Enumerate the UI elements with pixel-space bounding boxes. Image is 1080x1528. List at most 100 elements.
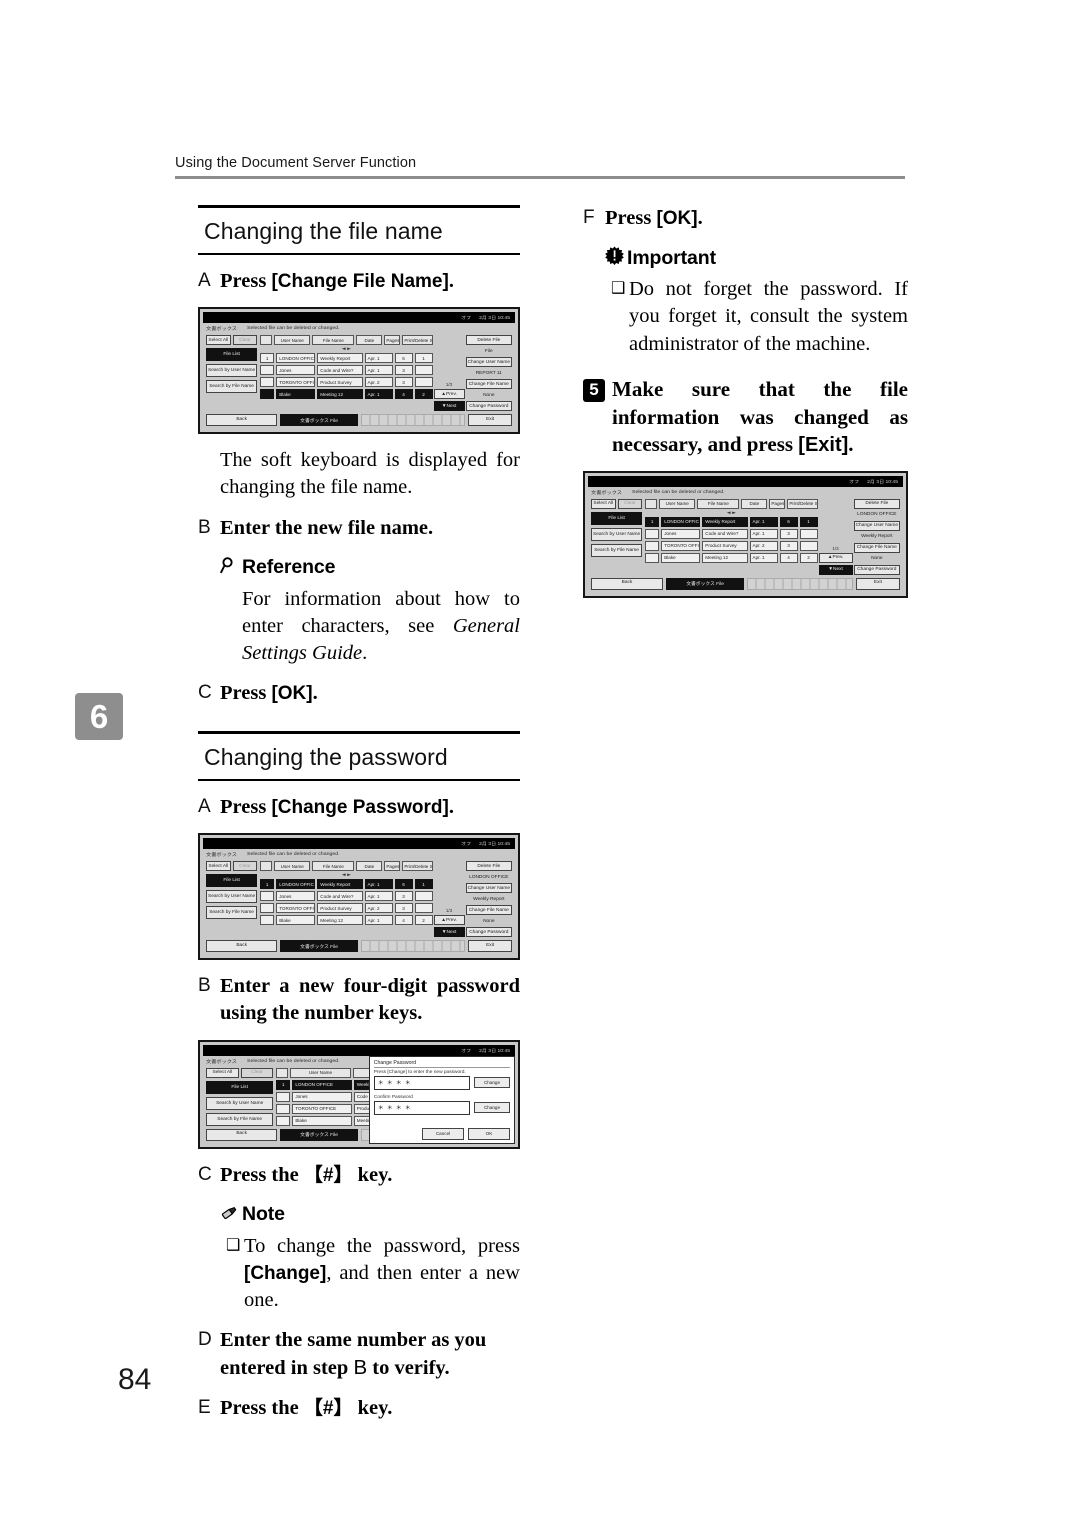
lcd-tab-document-box[interactable]: 文書ボックス File [280,414,358,427]
lcd-button-delete-file[interactable]: Delete File [465,335,512,346]
table-row[interactable]: TORONTO OFFICE Product Survey Apr. 2 3 [260,903,433,914]
lcd-button-clear[interactable]: Clear [232,335,258,346]
lcd-col-print-delete[interactable]: Print/Delete Selected [402,861,433,872]
lcd-button-change-file-name[interactable]: Change File Name [465,379,512,390]
lcd-button-back[interactable]: Back [206,1128,278,1141]
lcd-tab-document-box[interactable]: 文書ボックス File [665,577,745,590]
lcd-col-date[interactable]: Date [356,335,383,346]
confirm-password-field[interactable]: ＊＊＊＊ [373,1100,470,1115]
step-marker: C [198,1163,212,1185]
lcd-button-select-all[interactable]: Select All [206,1067,239,1078]
table-row[interactable]: 1 LONDON OFFICE Weekly Report Apr. 1 6 1 [260,353,433,364]
lcd-col-pages[interactable]: Pages [384,861,401,872]
lcd-cell-user: LONDON OFFICE [276,353,316,364]
lcd-button-select-all[interactable]: Select All [206,335,231,346]
lcd-col-user-name[interactable]: User Name [274,861,311,872]
lcd-button-prev[interactable]: ▲Prev. [433,389,465,400]
lcd-button-back[interactable]: Back [206,940,278,953]
lcd-col-print-delete[interactable]: Print/Delete Selected [787,498,818,509]
lcd-button-prev[interactable]: ▲Prev. [433,915,465,926]
lcd-button-search-by-user-name[interactable]: Search by User Name [206,1096,274,1110]
lcd-button-delete-file[interactable]: Delete File [853,498,900,509]
lcd-col-pages[interactable]: Pages [384,335,401,346]
lcd-button-change-password[interactable]: Change Password [465,401,512,412]
lcd-button-exit[interactable]: Exit [468,414,512,427]
lcd-tab-document-box[interactable]: 文書ボックス File [280,1128,358,1141]
lcd-button-file-list[interactable]: File List [206,1080,274,1094]
lcd-button-file-list[interactable]: File List [206,874,258,888]
lcd-table-header: User Name File Name Date Pages Print/Del… [260,861,433,872]
table-row[interactable]: Blake Meeting 12 Apr. 1 4 2 [260,389,433,400]
lcd-cell-pages: 3 [394,377,413,388]
lcd-right-buttons: Delete File LONDON OFFICE Change User Na… [465,861,512,938]
lcd-button-back[interactable]: Back [591,577,663,590]
lcd-button-search-by-user-name[interactable]: Search by User Name [206,890,258,904]
lcd-col-print-delete[interactable]: Print/Delete Selected [402,335,433,346]
lcd-button-select-all[interactable]: Select All [206,861,231,872]
lcd-col-file-name[interactable]: File Name [312,335,355,346]
step-b-enter-four-digit-password: B Enter a new four-digit password using … [198,973,520,1027]
lcd-table-arrows[interactable]: ◄ ► [260,873,432,878]
lcd-cell-file: Code and Wire? [317,891,363,902]
table-row[interactable]: Jones Code and Wire? Apr. 1 3 [645,528,818,539]
lcd-button-next[interactable]: ▼Next [433,927,465,938]
dialog-ok-button[interactable]: OK [468,1127,510,1140]
table-row[interactable]: 1 LONDON OFFICE Weekly Report Apr. 1 6 1 [260,879,433,890]
step-text: Enter a new four-digit password using th… [220,975,520,1025]
lcd-button-clear[interactable]: Clear [617,498,643,509]
step-text-lead: Press [605,207,657,229]
password-field[interactable]: ＊＊＊＊ [373,1075,470,1090]
lcd-button-back[interactable]: Back [206,414,278,427]
lcd-button-search-by-file-name[interactable]: Search by File Name [206,380,258,394]
lcd-button-clear[interactable]: Clear [240,1067,274,1078]
lcd-button-change-file-name[interactable]: Change File Name [853,542,900,553]
table-row[interactable]: TORONTO OFFICE Product Survey Apr. 2 3 [260,377,433,388]
lcd-file-table: User Name File Name Date Pages Print/Del… [260,861,433,937]
dialog-cancel-button[interactable]: Cancel [422,1127,464,1140]
table-row[interactable]: 1 LONDON OFFICE Weekly Report Apr. 1 6 1 [645,516,818,527]
lcd-button-file-list[interactable]: File List [591,511,643,525]
table-row[interactable]: Blake Meeting 12 Apr. 1 4 2 [260,915,433,926]
lcd-button-next[interactable]: ▼Next [433,401,465,412]
lcd-col-pages[interactable]: Pages [769,498,786,509]
lcd-table-arrows[interactable]: ◄ ► [260,347,432,352]
lcd-button-search-by-file-name[interactable]: Search by File Name [206,906,258,920]
lcd-button-change-user-name[interactable]: Change User Name [465,883,512,894]
lcd-col-file-name[interactable]: File Name [697,498,740,509]
lcd-button-search-by-file-name[interactable]: Search by File Name [591,543,643,557]
table-row[interactable]: Jones Code and Wire? Apr. 1 3 [260,891,433,902]
lcd-button-search-by-user-name[interactable]: Search by User Name [206,364,258,378]
table-row[interactable]: Blake Meeting 12 Apr. 1 4 2 [645,552,818,563]
table-row[interactable]: TORONTO OFFICE Product Survey Apr. 2 3 [645,540,818,551]
lcd-button-prev[interactable]: ▲Prev. [818,552,853,563]
lcd-button-change-user-name[interactable]: Change User Name [853,520,900,531]
lcd-button-search-by-user-name[interactable]: Search by User Name [591,527,643,541]
lcd-button-exit[interactable]: Exit [468,940,512,953]
lcd-button-change-file-name[interactable]: Change File Name [465,905,512,916]
lcd-button-file-list[interactable]: File List [206,348,258,362]
lcd-col-user-name[interactable]: User Name [290,1067,351,1078]
lcd-button-change-password[interactable]: Change Password [465,927,512,938]
lcd-col-user-name[interactable]: User Name [274,335,311,346]
lcd-button-change-password[interactable]: Change Password [853,564,900,575]
lcd-tab-document-box[interactable]: 文書ボックス File [280,940,358,953]
lcd-button-exit[interactable]: Exit [855,577,900,590]
lcd-table-arrows[interactable]: ◄ ► [645,510,817,515]
password-change-button[interactable]: Change [474,1077,510,1089]
lcd-button-search-by-file-name[interactable]: Search by File Name [206,1112,274,1126]
lcd-button-delete-file[interactable]: Delete File [465,861,512,872]
lcd-button-next[interactable]: ▼Next [818,564,853,575]
lcd-button-clear[interactable]: Clear [232,861,258,872]
lcd-col-user-name[interactable]: User Name [659,498,696,509]
lcd-col-date[interactable]: Date [741,498,768,509]
lcd-header-left: 文書ボックス [591,490,622,496]
lcd-status-bar: オフ 2月 3日 10:45 [203,838,515,850]
lcd-col-index [645,498,658,509]
table-row[interactable]: Jones Code and Wire? Apr. 1 3 [260,365,433,376]
lcd-col-file-name[interactable]: File Name [312,861,355,872]
lcd-cell-file: Meeting 12 [702,552,748,563]
lcd-button-select-all[interactable]: Select All [591,498,616,509]
lcd-col-date[interactable]: Date [356,861,383,872]
lcd-button-change-user-name[interactable]: Change User Name [465,357,512,368]
confirm-password-change-button[interactable]: Change [474,1102,510,1114]
